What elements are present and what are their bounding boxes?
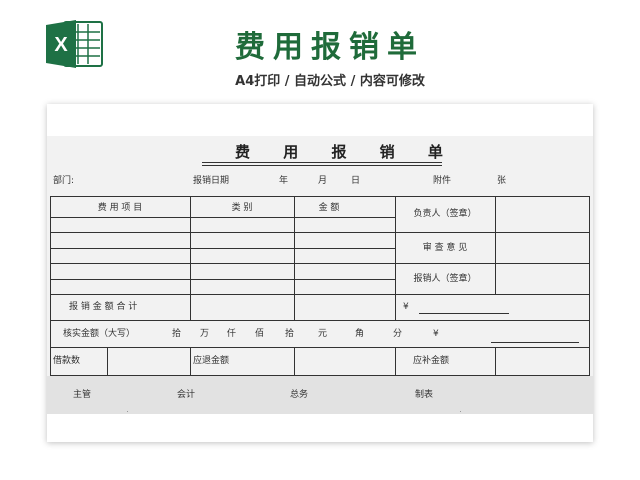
sheet-top-margin: [47, 104, 593, 136]
signature-supervisor: 主管: [73, 390, 92, 400]
refund-label: 应退金额: [193, 356, 230, 366]
loan-label: 借款数: [53, 356, 81, 366]
unit-wan: 万: [200, 329, 210, 339]
sheet-bottom-margin: [47, 414, 593, 442]
grid-line: [395, 263, 590, 264]
signature-general: 总务: [290, 390, 309, 400]
grid-line: [395, 347, 396, 375]
unit-shi-2: 拾: [285, 329, 295, 339]
claimant-label: 报销人（签章）: [413, 274, 477, 284]
grid-line: [50, 347, 590, 348]
unit-qian: 仟: [227, 329, 237, 339]
dept-label: 部门:: [53, 176, 75, 186]
header-amount: 金 额: [318, 203, 340, 213]
grid-line: [495, 347, 496, 375]
signature-accountant: 会计: [177, 390, 196, 400]
grid-line: [495, 196, 496, 294]
title-underline: [202, 162, 442, 163]
total-label: 报 销 金 额 合 计: [69, 302, 138, 312]
header-category: 类 别: [231, 203, 253, 213]
unit-shi: 拾: [172, 329, 182, 339]
grid-line: [294, 196, 295, 320]
form-title: 费 用 报 销 单: [235, 143, 457, 161]
grid-line: [50, 320, 590, 321]
sheets-unit: 张: [497, 176, 507, 186]
hero-subtitle: A4打印 / 自动公式 / 内容可修改: [235, 74, 425, 89]
grid-line: [190, 347, 191, 375]
grid-line: [50, 196, 51, 375]
sig-tick: [127, 411, 128, 412]
verified-label: 核实金额（大写）: [63, 329, 136, 339]
grid-line: [294, 347, 295, 375]
title-underline-2: [202, 165, 442, 166]
verified-yen: ¥: [433, 329, 439, 339]
total-yen: ¥: [403, 302, 409, 312]
grid-line: [50, 263, 395, 264]
supplement-label: 应补金额: [413, 356, 450, 366]
grid-line: [50, 375, 590, 376]
verified-amount-line[interactable]: [491, 342, 579, 343]
sig-tick: [460, 411, 461, 412]
grid-line: [107, 347, 108, 375]
header-item: 费 用 项 目: [97, 203, 143, 213]
day-label: 日: [351, 176, 361, 186]
unit-jiao: 角: [355, 329, 365, 339]
date-label: 报销日期: [193, 176, 230, 186]
unit-bai: 佰: [255, 329, 265, 339]
review-label: 审 查 意 见: [422, 243, 468, 253]
year-label: 年: [279, 176, 289, 186]
attach-label: 附件: [433, 176, 452, 186]
unit-fen: 分: [393, 329, 403, 339]
grid-line: [589, 196, 590, 375]
month-label: 月: [318, 176, 328, 186]
grid-line: [50, 294, 590, 295]
form-sheet: 费 用 报 销 单 部门: 报销日期 年 月 日 附件 张 费 用 项 目 类 …: [47, 104, 593, 442]
grid-line: [395, 232, 590, 233]
grid-line: [190, 196, 191, 320]
signature-band: [47, 376, 593, 414]
grid-line: [50, 232, 395, 233]
signature-preparer: 制表: [415, 390, 434, 400]
grid-line: [50, 217, 395, 218]
grid-line: [50, 248, 395, 249]
unit-yuan: 元: [318, 329, 328, 339]
responsible-label: 负责人（签章）: [413, 209, 477, 219]
grid-line: [50, 196, 590, 197]
total-amount-line[interactable]: [419, 313, 509, 314]
grid-line: [50, 279, 395, 280]
banner: X 费用报销单 A4打印 / 自动公式 / 内容可修改: [0, 0, 640, 100]
hero-title: 费用报销单: [235, 30, 425, 65]
